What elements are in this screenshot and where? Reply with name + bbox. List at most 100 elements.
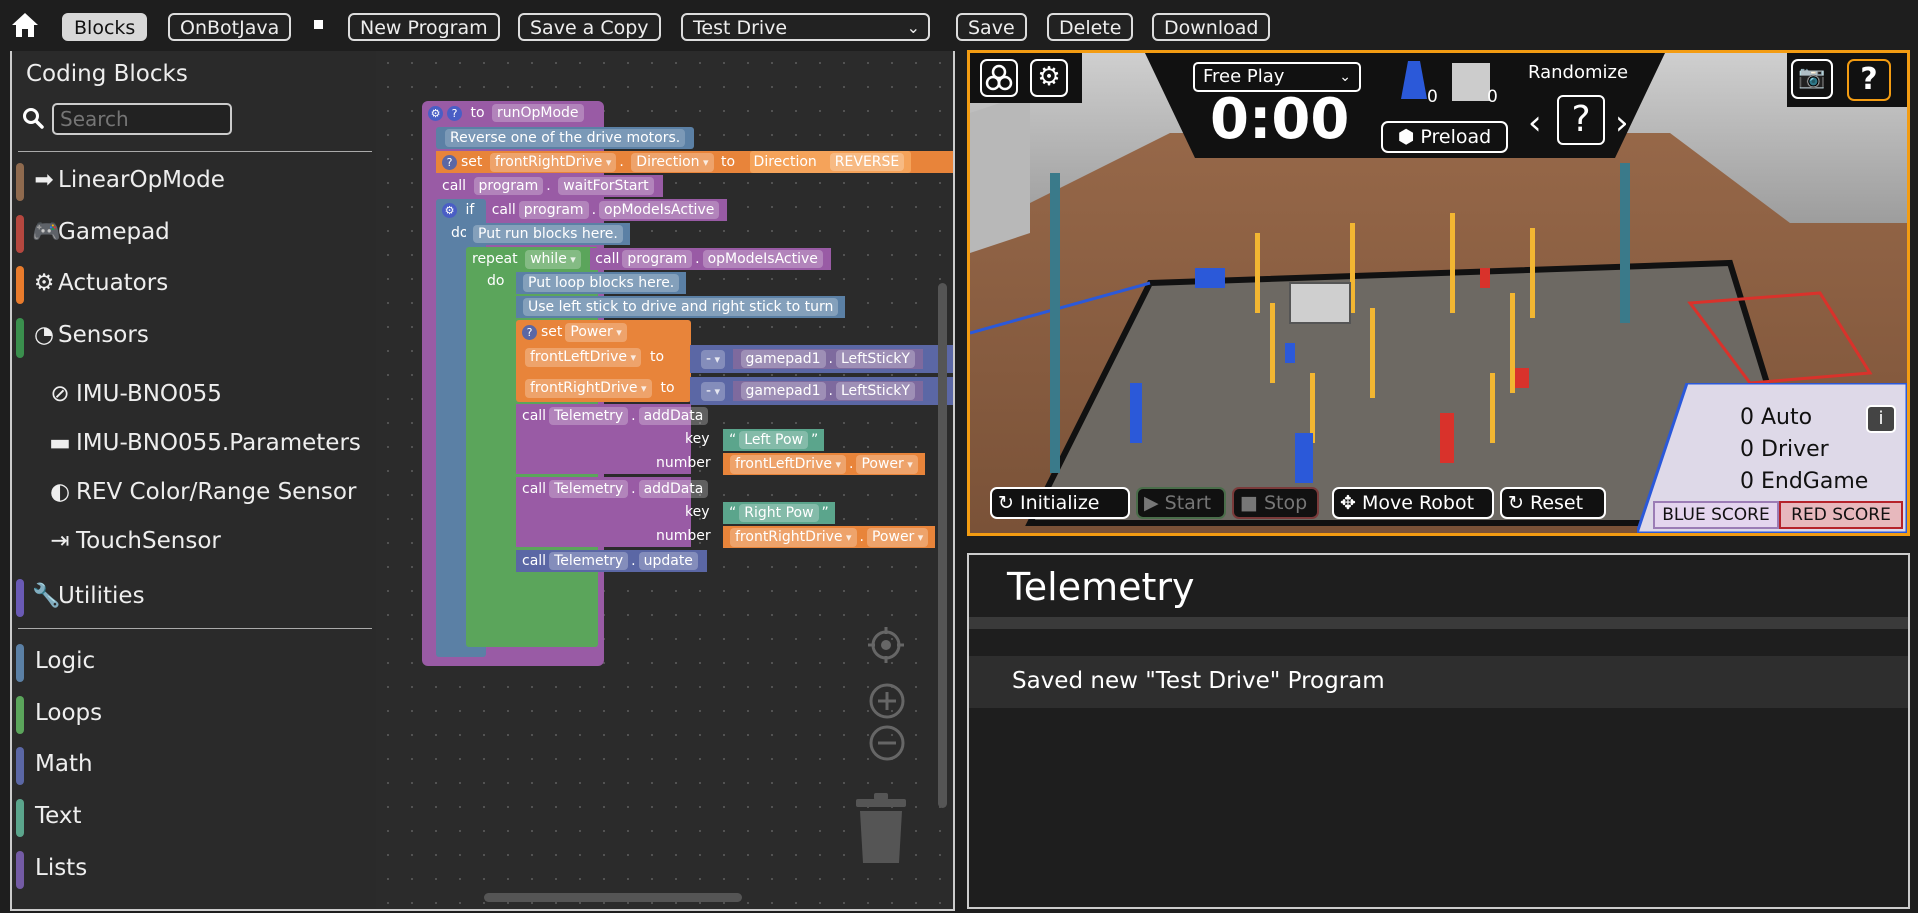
property-dropdown[interactable]: Direction [631,153,714,172]
gamepad-field[interactable]: gamepad1 [740,382,826,400]
operator-dropdown[interactable]: - [701,350,726,369]
category-utilities[interactable]: 🔧 Utilities [12,575,378,617]
sensor-item-touch[interactable]: ⇥ TouchSensor [48,521,221,561]
object-field[interactable]: program [518,201,589,219]
direction-value-block[interactable]: Direction REVERSE [749,151,912,173]
initialize-button[interactable]: ↻ Initialize [990,487,1130,519]
motor-dropdown[interactable]: frontLeftDrive [730,455,846,474]
opmodeisactive-call-block[interactable]: call program. opModeIsActive [486,199,728,221]
object-field[interactable]: Telemetry [549,552,629,570]
text-literal-value[interactable]: Left Pow [739,431,809,449]
text-literal-block[interactable]: “Left Pow” [723,429,825,451]
search-input[interactable] [52,103,232,135]
comment-block[interactable]: Use left stick to drive and right stick … [516,296,846,318]
negate-left-stick-block[interactable]: - gamepad1.LeftStickY [690,345,953,373]
category-loops[interactable]: Loops [12,692,378,734]
object-field[interactable]: Telemetry [549,407,629,425]
motor-dropdown[interactable]: frontRightDrive [525,379,652,398]
motor-dropdown[interactable]: frontRightDrive [730,528,857,547]
gamepad-getter-block[interactable]: gamepad1. LeftStickY [732,381,923,401]
save-button[interactable]: Save [956,13,1027,41]
program-select[interactable]: Test Drive ⌄ [681,13,930,41]
help-icon[interactable]: ? [442,155,457,170]
blocks-tab[interactable]: Blocks [62,13,148,41]
chevron-right-icon[interactable]: › [1615,103,1629,143]
property-dropdown[interactable]: Power [565,323,627,342]
method-field[interactable]: addData [638,480,709,498]
sensor-item-color-range[interactable]: ◐ REV Color/Range Sensor [48,472,356,512]
gear-icon[interactable]: ⚙ [428,106,443,121]
set-direction-block[interactable]: ? set frontRightDrive. Direction to Direc… [436,151,953,173]
help-icon[interactable]: ? [522,325,537,340]
method-field[interactable]: opModeIsActive [702,250,823,268]
object-field[interactable]: Telemetry [549,480,629,498]
move-robot-button[interactable]: ✥ Move Robot [1332,487,1494,519]
new-program-button[interactable]: New Program [348,13,500,41]
direction-reverse-dropdown[interactable]: REVERSE [829,153,905,171]
stick-field[interactable]: LeftStickY [835,382,915,400]
category-text[interactable]: Text [12,795,378,837]
info-icon[interactable]: i [1866,405,1896,433]
blue-score-tab[interactable]: BLUE SCORE [1653,501,1779,529]
camera-icon[interactable]: 📷 [1791,59,1833,99]
save-copy-button[interactable]: Save a Copy [518,13,661,41]
download-button[interactable]: Download [1152,13,1271,41]
red-score-tab[interactable]: RED SCORE [1779,501,1903,529]
preload-button[interactable]: ⬢ Preload [1381,121,1508,153]
text-literal-block[interactable]: “Right Pow” [723,502,835,524]
workspace-horizontal-scrollbar[interactable] [484,893,742,902]
gamepad-getter-block[interactable]: gamepad1. LeftStickY [732,349,923,369]
gear-icon[interactable]: ⚙ [1030,59,1068,97]
comment-text[interactable]: Put loop blocks here. [523,274,680,292]
blocks-workspace[interactable]: ⚙? to runOpMode Reverse one of the drive… [376,51,955,911]
randomize-value[interactable]: ? [1557,95,1605,145]
delete-button[interactable]: Delete [1047,13,1134,41]
simulator-viewport[interactable]: ⚙ Free Play ⌄ 0:00 0 0 ⬢ Preload Randomiz… [967,50,1910,536]
property-dropdown[interactable]: Power [856,455,918,474]
motor-dropdown[interactable]: frontLeftDrive [525,348,641,367]
method-field[interactable]: waitForStart [558,177,654,195]
call-waitforstart-block[interactable]: call program. waitForStart [436,175,663,197]
comment-block[interactable]: Put loop blocks here. [516,272,687,294]
category-sensors[interactable]: ◔ Sensors [12,314,378,358]
motor-power-getter-block[interactable]: frontLeftDrive.Power [723,453,925,475]
negate-left-stick-block[interactable]: - gamepad1.LeftStickY [690,377,953,405]
chevron-left-icon[interactable]: ‹ [1528,103,1542,143]
opmodeisactive-call-block[interactable]: call program. opModeIsActive [590,248,831,270]
comment-block[interactable]: Put run blocks here. [466,223,630,245]
sensor-item-imu-parameters[interactable]: ▬ IMU-BNO055.Parameters [48,423,361,463]
category-linearopmode[interactable]: ➡ LinearOpMode [12,159,378,201]
method-field[interactable]: addData [638,407,709,425]
category-logic[interactable]: Logic [12,640,378,682]
text-literal-value[interactable]: Right Pow [739,504,819,522]
object-field[interactable]: program [622,250,693,268]
comment-text[interactable]: Use left stick to drive and right stick … [523,298,839,316]
help-button[interactable]: ? [1847,59,1891,101]
loop-mode-dropdown[interactable]: while [525,250,581,269]
function-name-field[interactable]: runOpMode [491,104,584,122]
category-actuators[interactable]: ⚙ Actuators [12,262,378,304]
stick-field[interactable]: LeftStickY [835,350,915,368]
recenter-icon[interactable] [867,626,905,668]
workspace-vertical-scrollbar[interactable] [938,283,947,808]
gamepad-field[interactable]: gamepad1 [740,350,826,368]
property-dropdown[interactable]: Power [866,528,929,547]
comment-block[interactable]: Reverse one of the drive motors. [436,127,695,149]
start-button[interactable]: ▶ Start [1136,487,1226,519]
comment-text[interactable]: Put run blocks here. [473,225,623,243]
zoom-in-icon[interactable] [868,682,906,724]
category-lists[interactable]: Lists [12,847,378,889]
method-field[interactable]: opModeIsActive [599,201,720,219]
category-gamepad[interactable]: 🎮 Gamepad [12,211,378,253]
operator-dropdown[interactable]: - [701,382,726,401]
sensor-item-imu[interactable]: ⊘ IMU-BNO055 [48,374,222,414]
category-math[interactable]: Math [12,743,378,785]
object-field[interactable]: program [473,177,544,195]
gear-icon[interactable]: ⚙ [442,203,457,218]
telemetry-update-block[interactable]: call Telemetry. update [516,550,707,572]
motor-power-getter-block[interactable]: frontRightDrive.Power [723,526,936,548]
comment-text[interactable]: Reverse one of the drive motors. [445,129,686,147]
motor-dropdown[interactable]: frontRightDrive [489,153,617,172]
method-field[interactable]: update [638,552,698,570]
onbotjava-tab[interactable]: OnBotJava [168,13,292,41]
